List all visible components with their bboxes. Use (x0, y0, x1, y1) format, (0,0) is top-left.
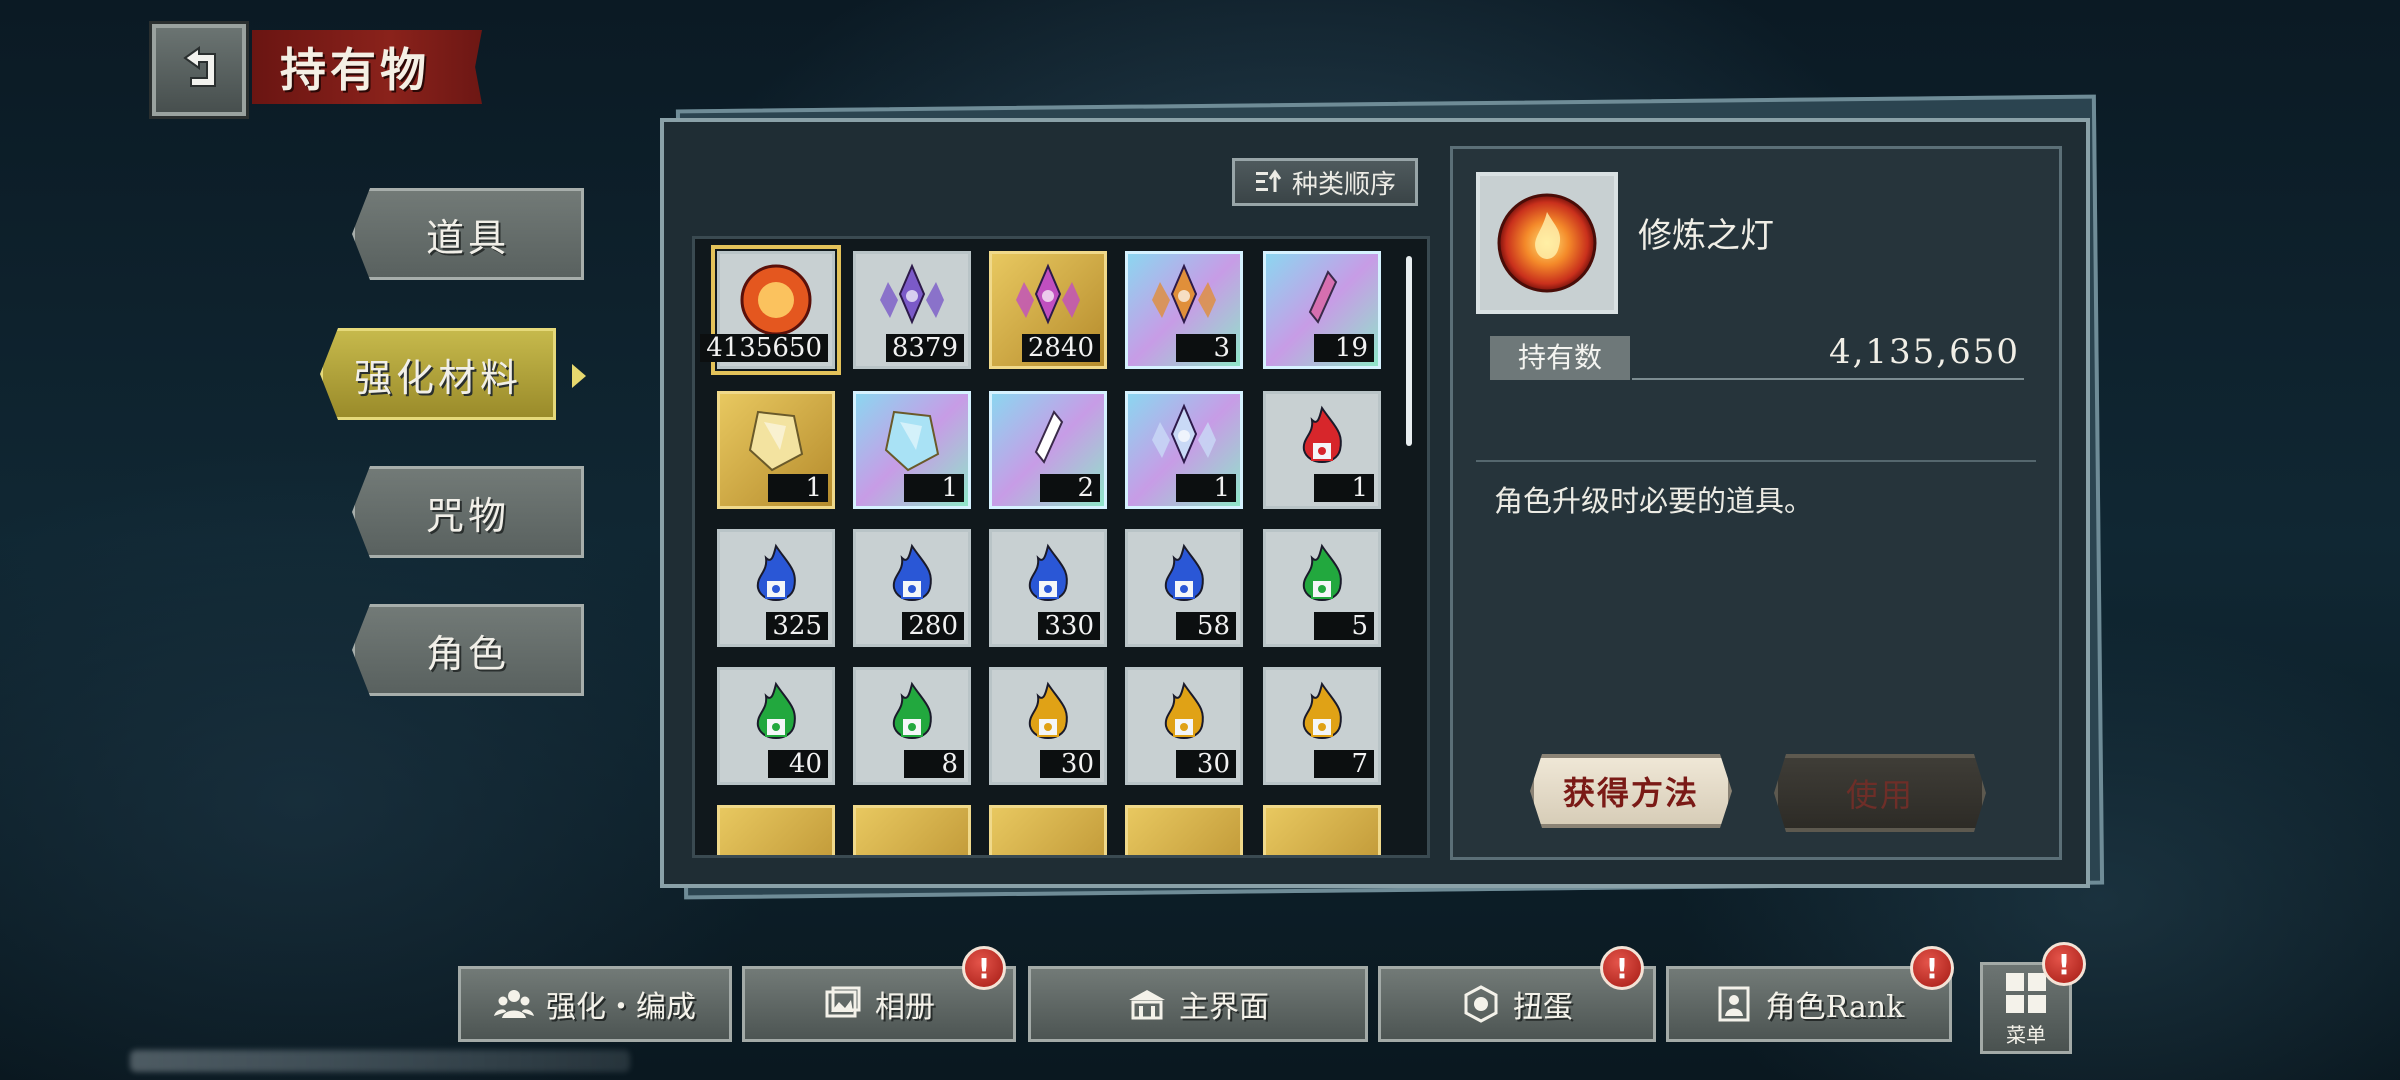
item-count: 40 (768, 750, 828, 778)
item-slot[interactable]: 330 (989, 529, 1107, 647)
album-icon (825, 986, 861, 1018)
item-slot-partial[interactable] (853, 805, 971, 855)
item-slot[interactable]: 7 (1263, 667, 1381, 785)
item-count: 30 (1176, 750, 1236, 778)
grid-menu-icon (2006, 972, 2046, 1013)
item-count: 4135650 (700, 334, 828, 362)
rank-icon (1718, 986, 1750, 1022)
item-slot[interactable]: 3 (1125, 251, 1243, 369)
item-slot[interactable]: 58 (1125, 529, 1243, 647)
album-alert-badge: ! (962, 946, 1006, 990)
rank-alert-badge: ! (1910, 946, 1954, 990)
owned-underline (1632, 378, 2024, 380)
item-slot[interactable]: 1 (853, 391, 971, 509)
nav-label: 强化・编成 (546, 990, 696, 1025)
menu-label: 菜单 (2006, 1022, 2046, 1047)
nav-enhance-team[interactable]: 强化・编成 (458, 966, 732, 1042)
item-slot-partial[interactable] (1125, 805, 1243, 855)
menu-alert-badge: ! (2042, 942, 2086, 986)
item-grid[interactable]: 4135650 8379 2840 3 19 1 1 2 1 1 325 280 330 58 5 40 8 30… (692, 236, 1430, 858)
use-button[interactable]: 使用 (1774, 754, 1986, 832)
page-title: 持有物 (280, 43, 430, 97)
item-count: 3 (1176, 334, 1236, 362)
detail-item-icon (1476, 172, 1618, 314)
item-count: 330 (1038, 612, 1100, 640)
item-count: 19 (1314, 334, 1374, 362)
tab-items[interactable]: 道具 (352, 188, 584, 280)
lamp-orb-icon (1497, 193, 1597, 293)
item-slot[interactable]: 1 (1263, 391, 1381, 509)
item-description: 角色升级时必要的道具。 (1494, 484, 1814, 518)
tab-characters[interactable]: 角色 (352, 604, 584, 696)
item-count: 1 (904, 474, 964, 502)
nav-character-rank[interactable]: 角色Rank (1666, 966, 1952, 1042)
back-arrow-icon (183, 46, 216, 87)
item-slot[interactable]: 1 (1125, 391, 1243, 509)
tab-label: 角色 (425, 631, 510, 676)
item-count: 325 (766, 612, 828, 640)
nav-label: 相册 (875, 990, 935, 1025)
item-slot[interactable]: 2840 (989, 251, 1107, 369)
gacha-icon (1464, 985, 1498, 1023)
gacha-alert-badge: ! (1600, 946, 1644, 990)
item-slot[interactable]: 325 (717, 529, 835, 647)
tab-label: 咒物 (425, 493, 510, 538)
nav-home[interactable]: 主界面 (1028, 966, 1368, 1042)
item-count: 30 (1040, 750, 1100, 778)
owned-count-value: 4,135,650 (1828, 332, 2020, 372)
nav-label: 角色Rank (1765, 990, 1905, 1025)
grid-scrollbar[interactable] (1406, 256, 1412, 446)
item-slot[interactable]: 280 (853, 529, 971, 647)
item-count: 58 (1176, 612, 1236, 640)
nav-label: 主界面 (1179, 990, 1269, 1025)
item-slot[interactable]: 30 (1125, 667, 1243, 785)
item-slot[interactable]: 5 (1263, 529, 1381, 647)
item-count: 7 (1314, 750, 1374, 778)
item-count: 2840 (1021, 334, 1100, 362)
page-title-banner: 持有物 (252, 30, 482, 104)
tab-enhance-materials[interactable]: 强化材料 (320, 328, 556, 420)
tab-label: 强化材料 (353, 355, 522, 400)
version-info-blurred (130, 1050, 630, 1072)
active-tab-arrow-icon (572, 364, 586, 388)
item-slot[interactable]: 2 (989, 391, 1107, 509)
detail-divider (1476, 460, 2036, 462)
use-label: 使用 (1845, 776, 1914, 814)
item-slot[interactable]: 1 (717, 391, 835, 509)
obtain-method-label: 获得方法 (1562, 774, 1699, 812)
item-slot[interactable]: 19 (1263, 251, 1381, 369)
nav-label: 扭蛋 (1513, 990, 1573, 1025)
obtain-method-button[interactable]: 获得方法 (1530, 754, 1732, 828)
item-slot[interactable]: 40 (717, 667, 835, 785)
item-count: 8379 (885, 334, 964, 362)
tab-label: 道具 (425, 215, 510, 260)
item-slot[interactable]: 4135650 (700, 245, 841, 375)
item-count: 1 (1176, 474, 1236, 502)
sort-label: 种类顺序 (1291, 169, 1396, 200)
item-count: 5 (1314, 612, 1374, 640)
item-count: 280 (902, 612, 964, 640)
item-slot[interactable]: 8379 (853, 251, 971, 369)
item-slot[interactable]: 8 (853, 667, 971, 785)
back-button[interactable] (149, 21, 249, 119)
owned-count-label: 持有数 (1490, 336, 1630, 380)
sort-icon (1255, 169, 1282, 192)
item-slot-partial[interactable] (1263, 805, 1381, 855)
item-count: 1 (768, 474, 828, 502)
home-icon (1129, 990, 1165, 1020)
item-count: 1 (1314, 474, 1374, 502)
sort-button[interactable]: 种类顺序 (1232, 158, 1418, 206)
item-count: 8 (904, 750, 964, 778)
team-icon (494, 990, 534, 1018)
detail-item-name: 修炼之灯 (1638, 216, 1774, 256)
item-slot[interactable]: 30 (989, 667, 1107, 785)
item-slot-partial[interactable] (989, 805, 1107, 855)
tab-curios[interactable]: 咒物 (352, 466, 584, 558)
item-count: 2 (1040, 474, 1100, 502)
item-slot-partial[interactable] (717, 805, 835, 855)
